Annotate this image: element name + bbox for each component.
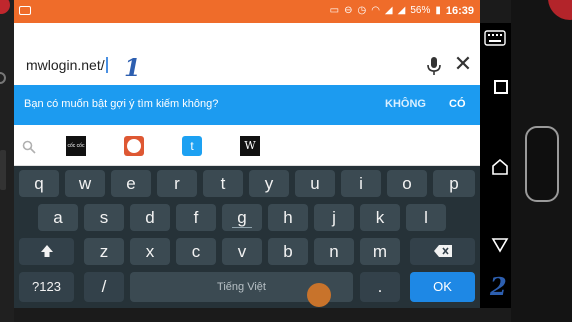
key-h[interactable]: h	[268, 204, 308, 231]
key-g-label: g	[237, 208, 247, 227]
video-icon	[19, 6, 31, 15]
shift-key[interactable]	[19, 238, 74, 265]
physical-home-key[interactable]	[525, 126, 559, 202]
key-f[interactable]: f	[176, 204, 216, 231]
key-l[interactable]: l	[406, 204, 446, 231]
annotation-number-2: 2	[490, 272, 507, 301]
key-c[interactable]: c	[176, 238, 216, 265]
key-p[interactable]: p	[433, 170, 475, 197]
shift-arrow-icon	[40, 245, 53, 257]
key-d[interactable]: d	[130, 204, 170, 231]
url-bar[interactable]: mwlogin.net/ 1 ✕	[14, 23, 480, 85]
side-key	[0, 150, 6, 190]
brush-icon[interactable]	[307, 283, 331, 307]
browser-screen: mwlogin.net/ 1 ✕ Bạn có muốn bật gợi ý t…	[14, 23, 480, 308]
suggestion-message: Bạn có muốn bật gợi ý tìm kiếm không?	[24, 98, 219, 110]
key-s[interactable]: s	[84, 204, 124, 231]
battery-icon: ▮	[435, 5, 441, 16]
red-dot-decoration	[0, 0, 10, 14]
key-u[interactable]: u	[295, 170, 335, 197]
search-icon	[22, 140, 36, 154]
key-i[interactable]: i	[341, 170, 381, 197]
key-g-underline	[232, 227, 252, 228]
home-icon[interactable]	[491, 158, 509, 176]
key-g[interactable]: g	[222, 204, 262, 231]
slash-key[interactable]: /	[84, 272, 124, 302]
wikipedia-shortcut-icon[interactable]: W	[240, 136, 260, 156]
on-screen-keyboard: q w e r t y u i o p a s d f g h j k l z …	[14, 166, 480, 308]
key-w[interactable]: w	[65, 170, 105, 197]
close-icon[interactable]: ✕	[452, 53, 474, 75]
key-t[interactable]: t	[203, 170, 243, 197]
key-e[interactable]: e	[111, 170, 151, 197]
keyboard-switch-icon[interactable]	[484, 30, 506, 46]
period-key[interactable]: .	[360, 272, 400, 302]
status-icons: ▭ ⊖ ◷ ◠ ◢ ◢ 56% ▮ 16:39	[330, 4, 474, 18]
decline-button[interactable]: KHÔNG	[385, 98, 426, 110]
search-suggestion-banner: Bạn có muốn bật gợi ý tìm kiếm không? KH…	[14, 85, 480, 125]
signal-icon-2: ◢	[397, 5, 406, 16]
key-a[interactable]: a	[38, 204, 78, 231]
alarm-icon: ◷	[357, 5, 367, 16]
backspace-icon	[433, 245, 452, 257]
url-input[interactable]: mwlogin.net/	[26, 57, 108, 73]
cast-icon: ▭	[329, 5, 340, 16]
key-m[interactable]: m	[360, 238, 400, 265]
phone-left-bezel	[0, 0, 14, 322]
red-arc-decoration	[548, 0, 572, 20]
duckduckgo-shortcut-icon[interactable]	[124, 136, 144, 156]
ok-key[interactable]: OK	[410, 272, 475, 302]
url-value: mwlogin.net/	[26, 57, 105, 73]
microphone-icon[interactable]	[426, 56, 442, 76]
coccoc-shortcut-icon[interactable]: cốc cốc	[66, 136, 86, 156]
status-bar: ▭ ⊖ ◷ ◠ ◢ ◢ 56% ▮ 16:39	[14, 0, 480, 23]
signal-icon: ◢	[384, 5, 393, 16]
key-b[interactable]: b	[268, 238, 308, 265]
annotation-number: 1	[124, 53, 141, 82]
key-j[interactable]: j	[314, 204, 354, 231]
shortcut-row: cốc cốc t W	[14, 125, 480, 166]
dnd-icon: ⊖	[344, 5, 353, 16]
battery-percent: 56%	[410, 5, 431, 16]
key-y[interactable]: y	[249, 170, 289, 197]
clock: 16:39	[445, 5, 474, 17]
text-cursor	[105, 57, 108, 73]
key-x[interactable]: x	[130, 238, 170, 265]
recent-apps-icon[interactable]	[494, 80, 508, 94]
accept-button[interactable]: CÓ	[449, 98, 466, 110]
backspace-key[interactable]	[410, 238, 475, 265]
key-n[interactable]: n	[314, 238, 354, 265]
key-q[interactable]: q	[19, 170, 59, 197]
key-r[interactable]: r	[157, 170, 197, 197]
key-v[interactable]: v	[222, 238, 262, 265]
key-k[interactable]: k	[360, 204, 400, 231]
bottom-bezel	[14, 308, 480, 322]
key-z[interactable]: z	[84, 238, 124, 265]
wifi-icon: ◠	[371, 5, 380, 16]
side-button	[0, 72, 6, 84]
symbols-key[interactable]: ?123	[19, 272, 74, 302]
back-icon[interactable]	[491, 236, 509, 254]
key-o[interactable]: o	[387, 170, 427, 197]
twitter-shortcut-icon[interactable]: t	[182, 136, 202, 156]
